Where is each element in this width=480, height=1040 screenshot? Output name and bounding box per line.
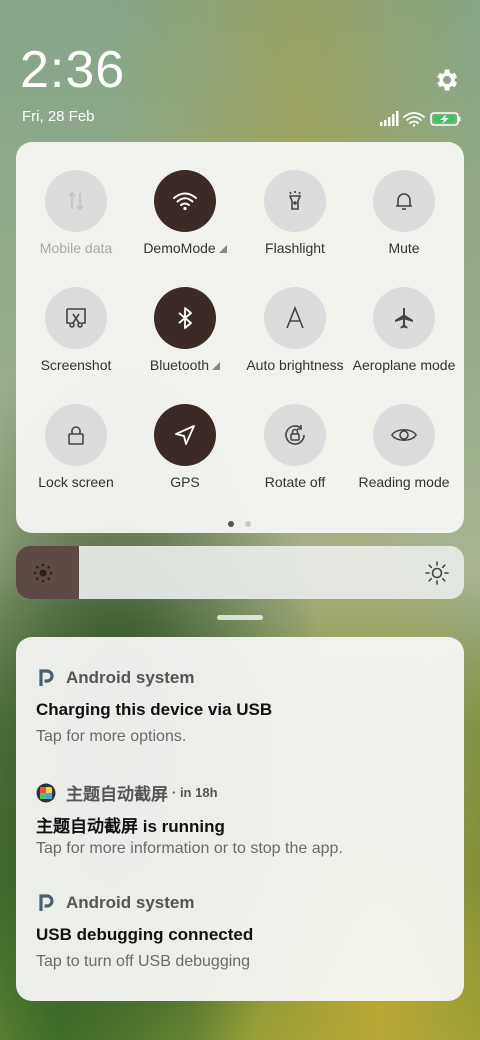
android-system-icon bbox=[39, 669, 54, 686]
tile-label: Reading mode bbox=[358, 474, 450, 490]
status-icons bbox=[380, 111, 461, 127]
tile-mute[interactable]: Mute bbox=[349, 170, 459, 270]
battery-charging-icon bbox=[430, 112, 461, 126]
tile-aeroplane-mode[interactable]: Aeroplane mode bbox=[349, 287, 459, 387]
notification-text: Tap to turn off USB debugging bbox=[36, 953, 251, 970]
gear-icon[interactable] bbox=[432, 66, 460, 94]
notification-text: Tap for more information or to stop the … bbox=[36, 840, 343, 857]
tile-label: DemoMode bbox=[143, 240, 216, 256]
date[interactable]: Fri, 28 Feb bbox=[22, 108, 95, 125]
location-icon bbox=[154, 404, 216, 466]
drag-handle[interactable] bbox=[217, 615, 263, 620]
auto-brightness-icon bbox=[264, 287, 326, 349]
bluetooth-icon bbox=[154, 287, 216, 349]
tile-label: Bluetooth bbox=[149, 357, 210, 373]
tile-mobile-data[interactable]: Mobile data bbox=[21, 170, 131, 270]
notification-time: · in 18h bbox=[172, 785, 218, 800]
brightness-slider[interactable] bbox=[16, 546, 464, 599]
android-system-icon bbox=[39, 894, 54, 911]
notification-card: Android system Charging this device via … bbox=[16, 637, 464, 1001]
tile-label: Mute bbox=[388, 240, 420, 256]
tile-reading-mode[interactable]: Reading mode bbox=[349, 404, 459, 504]
notification-app-name: Android system bbox=[66, 668, 195, 687]
mobile-data-icon bbox=[45, 170, 107, 232]
tile-screenshot[interactable]: Screenshot bbox=[21, 287, 131, 387]
rotate-lock-icon bbox=[264, 404, 326, 466]
signal-icon bbox=[380, 111, 399, 126]
bell-icon bbox=[373, 170, 435, 232]
wifi-icon bbox=[154, 170, 216, 232]
notification-app-name: 主题自动截屏 bbox=[66, 785, 168, 804]
tile-flashlight[interactable]: Flashlight bbox=[240, 170, 350, 270]
page-indicator-dot bbox=[245, 521, 251, 527]
wifi-icon bbox=[403, 112, 425, 127]
tile-lock-screen[interactable]: Lock screen bbox=[21, 404, 131, 504]
tile-auto-brightness[interactable]: Auto brightness bbox=[240, 287, 350, 387]
screenshot-icon bbox=[45, 287, 107, 349]
dropdown-indicator-icon bbox=[218, 245, 227, 254]
notification-text: Tap for more options. bbox=[36, 728, 187, 745]
quick-settings-panel: Mobile data DemoMode Flashlight Mute Scr… bbox=[16, 142, 464, 533]
tile-bluetooth[interactable]: Bluetooth bbox=[130, 287, 240, 387]
tile-demomode[interactable]: DemoMode bbox=[130, 170, 240, 270]
notification-app-name: Android system bbox=[66, 893, 195, 912]
tile-gps[interactable]: GPS bbox=[130, 404, 240, 504]
clock[interactable]: 2:36 bbox=[20, 40, 125, 100]
tile-label: Aeroplane mode bbox=[352, 357, 456, 373]
tile-rotate-off[interactable]: Rotate off bbox=[240, 404, 350, 504]
notification-title: 主题自动截屏 is running bbox=[36, 817, 225, 836]
page-indicator-dot-active bbox=[228, 521, 234, 527]
notification-title: Charging this device via USB bbox=[36, 700, 273, 719]
brightness-high-icon bbox=[425, 561, 449, 585]
brightness-low-icon bbox=[33, 563, 53, 583]
flashlight-icon bbox=[264, 170, 326, 232]
airplane-icon bbox=[373, 287, 435, 349]
eye-icon bbox=[373, 404, 435, 466]
dropdown-indicator-icon bbox=[212, 362, 221, 371]
app-icon bbox=[36, 783, 56, 802]
notification-title: USB debugging connected bbox=[36, 925, 254, 944]
lock-icon bbox=[45, 404, 107, 466]
